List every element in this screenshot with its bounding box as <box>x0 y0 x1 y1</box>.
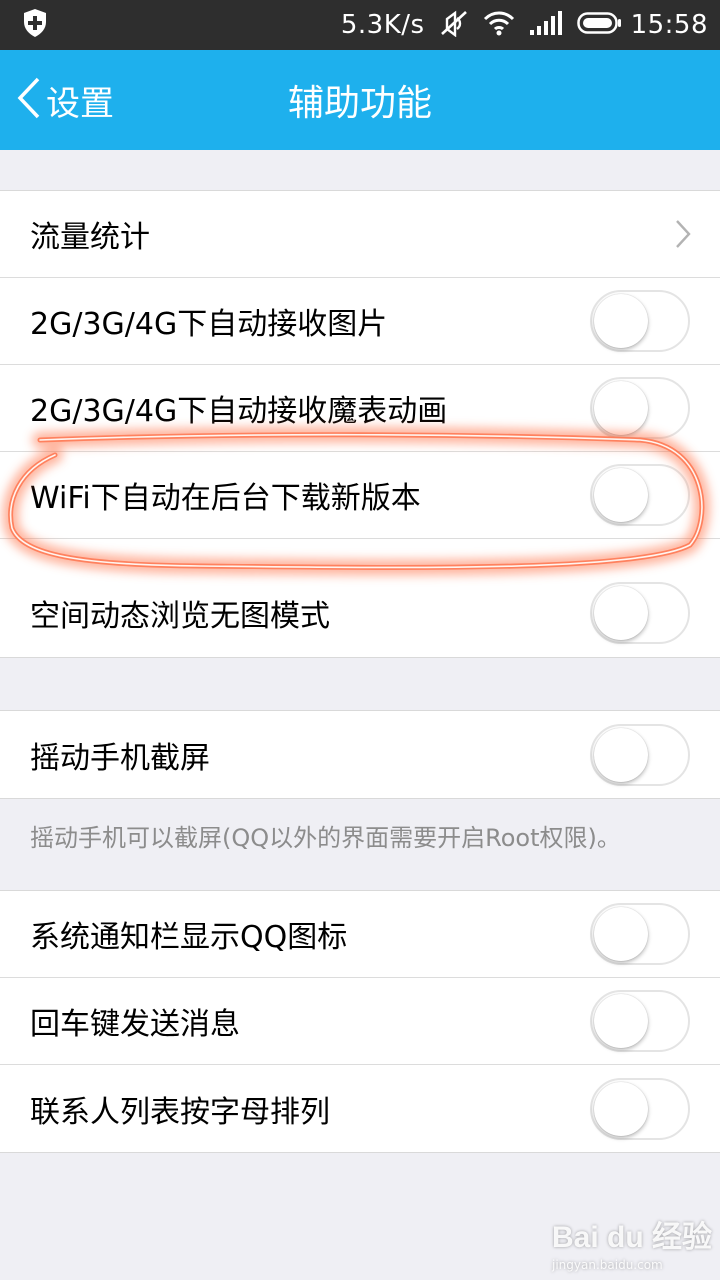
chevron-left-icon <box>14 75 44 125</box>
nav-bar: 设置 辅助功能 <box>0 50 720 150</box>
back-label: 设置 <box>46 83 114 124</box>
settings-group-2: 摇动手机截屏 <box>0 710 720 799</box>
shield-plus-icon <box>22 8 48 42</box>
watermark-url: jingyan.baidu.com <box>552 1258 663 1272</box>
auto-receive-animations-toggle[interactable] <box>590 377 690 439</box>
settings-group-1: 流量统计 2G/3G/4G下自动接收图片 2G/3G/4G下自动接收魔表动画 W… <box>0 190 720 658</box>
status-bar: 5.3K/s 15:58 <box>0 0 720 50</box>
settings-item-shake-screenshot: 摇动手机截屏 <box>0 711 720 798</box>
settings-item-auto-receive-images: 2G/3G/4G下自动接收图片 <box>0 278 720 365</box>
toggle-knob <box>594 727 648 782</box>
no-image-mode-toggle[interactable] <box>590 582 690 644</box>
toggle-knob <box>594 994 648 1048</box>
settings-item-label: 系统通知栏显示QQ图标 <box>30 920 348 955</box>
back-button[interactable]: 设置 <box>14 50 114 150</box>
settings-item-wifi-auto-download: WiFi下自动在后台下载新版本 <box>0 452 720 539</box>
settings-item-label: 2G/3G/4G下自动接收图片 <box>30 307 388 342</box>
wifi-icon <box>483 10 515 40</box>
enter-to-send-toggle[interactable] <box>590 990 690 1052</box>
toggle-knob <box>594 1081 648 1136</box>
settings-item-label: 空间动态浏览无图模式 <box>30 599 330 634</box>
settings-item-enter-to-send: 回车键发送消息 <box>0 978 720 1065</box>
settings-item-notification-icon: 系统通知栏显示QQ图标 <box>0 891 720 978</box>
network-speed: 5.3K/s <box>340 10 425 40</box>
clock: 15:58 <box>630 10 708 40</box>
notification-icon-toggle[interactable] <box>590 903 690 965</box>
alphabetical-contacts-toggle[interactable] <box>590 1077 690 1140</box>
settings-item-label: 2G/3G/4G下自动接收魔表动画 <box>30 394 448 429</box>
settings-item-no-image-mode: 空间动态浏览无图模式 <box>0 539 720 657</box>
chevron-right-icon <box>674 218 692 254</box>
settings-item-traffic-stats[interactable]: 流量统计 <box>0 191 720 278</box>
settings-item-label: 回车键发送消息 <box>30 1007 240 1042</box>
toggle-knob <box>594 586 648 640</box>
settings-item-label: WiFi下自动在后台下载新版本 <box>30 481 421 516</box>
toggle-knob <box>594 907 648 961</box>
shake-screenshot-hint: 摇动手机可以截屏(QQ以外的界面需要开启Root权限)。 <box>30 824 621 852</box>
shake-screenshot-toggle[interactable] <box>590 723 690 786</box>
toggle-knob <box>594 294 648 348</box>
toggle-knob <box>594 381 648 435</box>
battery-icon <box>576 11 623 39</box>
baidu-jingyan-watermark: Bai du 经验 jingyan.baidu.com <box>552 1212 712 1272</box>
settings-item-auto-receive-animations: 2G/3G/4G下自动接收魔表动画 <box>0 365 720 452</box>
settings-item-label: 摇动手机截屏 <box>30 740 210 776</box>
settings-item-alphabetical-contacts: 联系人列表按字母排列 <box>0 1065 720 1152</box>
settings-group-3: 系统通知栏显示QQ图标 回车键发送消息 联系人列表按字母排列 <box>0 890 720 1153</box>
mute-icon <box>439 9 469 41</box>
toggle-knob <box>594 468 648 522</box>
watermark-logo: Bai du 经验 <box>552 1221 713 1254</box>
settings-item-label: 联系人列表按字母排列 <box>30 1094 330 1130</box>
signal-icon <box>529 10 563 40</box>
wifi-auto-download-toggle[interactable] <box>590 464 690 526</box>
auto-receive-images-toggle[interactable] <box>590 290 690 352</box>
settings-item-label: 流量统计 <box>30 220 150 255</box>
